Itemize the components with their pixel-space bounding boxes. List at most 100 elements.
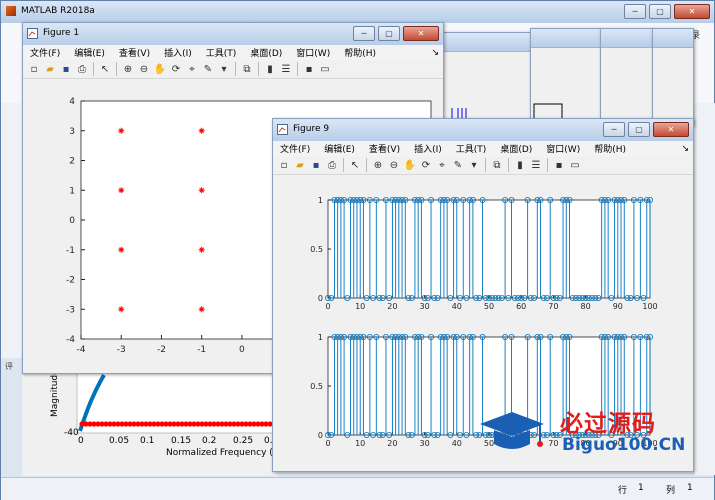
- menu-window[interactable]: 窗口(W): [539, 142, 587, 155]
- status-row-value: 1: [638, 483, 644, 493]
- brush-dropdown-icon[interactable]: ▾: [217, 62, 231, 76]
- menu-view[interactable]: 查看(V): [112, 46, 157, 59]
- rotate-3d-icon[interactable]: ⟳: [169, 62, 183, 76]
- status-row-label: 行: [618, 486, 628, 496]
- data-cursor-icon[interactable]: ⌖: [185, 62, 199, 76]
- figure-9-menubar: 文件(F) 编辑(E) 查看(V) 插入(I) 工具(T) 桌面(D) 窗口(W…: [273, 141, 693, 157]
- save-icon[interactable]: ▪: [59, 62, 73, 76]
- status-col-label: 列: [666, 486, 676, 496]
- figure-9-titlebar[interactable]: Figure 9 ─ ▢ ✕: [273, 119, 693, 142]
- link-plot-icon[interactable]: ⧉: [490, 158, 504, 172]
- brush-icon[interactable]: ✎: [451, 158, 465, 172]
- y-tick-label: 1: [318, 333, 323, 342]
- x-tick-label: -3: [117, 345, 126, 355]
- x-tick-label: 30: [420, 302, 430, 311]
- magnitude-plot-svg: [76, 356, 278, 434]
- figure-1-titlebar[interactable]: Figure 1 ─ ▢ ✕: [23, 23, 443, 46]
- matlab-restore-button[interactable]: ▢: [649, 4, 671, 19]
- zoom-in-icon[interactable]: ⊕: [371, 158, 385, 172]
- menu-window[interactable]: 窗口(W): [289, 46, 337, 59]
- magnitude-xtick-label: 0.05: [109, 436, 130, 446]
- watermark-url: Biguo100.CN: [562, 435, 686, 455]
- hide-plot-tools-icon[interactable]: ▪: [552, 158, 566, 172]
- menu-view[interactable]: 查看(V): [362, 142, 407, 155]
- menu-edit[interactable]: 编辑(E): [317, 142, 362, 155]
- menu-file[interactable]: 文件(F): [23, 46, 67, 59]
- magnitude-xlabel: Normalized Frequency (: [166, 448, 273, 458]
- magnitude-ytick: -40: [64, 428, 79, 438]
- hide-plot-tools-icon[interactable]: ▪: [302, 62, 316, 76]
- figure-9-minimize-button[interactable]: ─: [603, 122, 625, 137]
- figure-9-restore-button[interactable]: ▢: [628, 122, 650, 137]
- menu-desktop[interactable]: 桌面(D): [493, 142, 539, 155]
- magnitude-ylabel: Magnitude: [50, 369, 60, 417]
- figure-1-menubar: 文件(F) 编辑(E) 查看(V) 插入(I) 工具(T) 桌面(D) 窗口(W…: [23, 45, 443, 61]
- new-figure-icon[interactable]: ▫: [277, 158, 291, 172]
- menu-tools[interactable]: 工具(T): [199, 46, 244, 59]
- y-tick-label: -1: [66, 246, 75, 256]
- rotate-3d-icon[interactable]: ⟳: [419, 158, 433, 172]
- open-file-icon[interactable]: ▰: [293, 158, 307, 172]
- save-icon[interactable]: ▪: [309, 158, 323, 172]
- figure-window-bg-4[interactable]: [652, 28, 694, 126]
- menu-desktop[interactable]: 桌面(D): [243, 46, 289, 59]
- colorbar-icon[interactable]: ▮: [513, 158, 527, 172]
- figure-9-close-button[interactable]: ✕: [653, 122, 689, 137]
- menu-insert[interactable]: 插入(I): [407, 142, 449, 155]
- print-icon[interactable]: ⎙: [75, 62, 89, 76]
- x-tick-label: 40: [452, 302, 462, 311]
- y-tick-label: 1: [318, 196, 323, 205]
- pan-icon[interactable]: ✋: [403, 158, 417, 172]
- menu-help[interactable]: 帮助(H): [337, 46, 383, 59]
- y-tick-label: 0.5: [310, 382, 323, 391]
- new-figure-icon[interactable]: ▫: [27, 62, 41, 76]
- matlab-close-button[interactable]: ✕: [674, 4, 710, 19]
- figure-1-close-button[interactable]: ✕: [403, 26, 439, 41]
- menu-edit[interactable]: 编辑(E): [67, 46, 112, 59]
- legend-icon[interactable]: ☰: [529, 158, 543, 172]
- link-plot-icon[interactable]: ⧉: [240, 62, 254, 76]
- zoom-out-icon[interactable]: ⊖: [137, 62, 151, 76]
- edit-plot-arrow-icon[interactable]: ↖: [348, 158, 362, 172]
- x-tick-label: 10: [355, 439, 365, 448]
- y-tick-label: 0: [318, 431, 323, 440]
- status-col-value: 1: [687, 483, 693, 493]
- data-cursor-icon[interactable]: ⌖: [435, 158, 449, 172]
- show-plot-tools-icon[interactable]: ▭: [318, 62, 332, 76]
- open-file-icon[interactable]: ▰: [43, 62, 57, 76]
- matlab-minimize-button[interactable]: ─: [624, 4, 646, 19]
- magnitude-xtick-label: 0.25: [233, 436, 254, 446]
- legend-icon[interactable]: ☰: [279, 62, 293, 76]
- show-plot-tools-icon[interactable]: ▭: [568, 158, 582, 172]
- print-icon[interactable]: ⎙: [325, 158, 339, 172]
- menu-help[interactable]: 帮助(H): [587, 142, 633, 155]
- figure-1-restore-button[interactable]: ▢: [378, 26, 400, 41]
- brush-dropdown-icon[interactable]: ▾: [467, 158, 481, 172]
- x-tick-label: 0: [325, 302, 330, 311]
- edit-plot-arrow-icon[interactable]: ↖: [98, 62, 112, 76]
- x-tick-label: 90: [613, 302, 623, 311]
- pan-icon[interactable]: ✋: [153, 62, 167, 76]
- figure-9-title: Figure 9: [293, 124, 330, 134]
- x-tick-label: 20: [387, 302, 397, 311]
- menu-insert[interactable]: 插入(I): [157, 46, 199, 59]
- x-tick-label: 50: [484, 302, 494, 311]
- y-tick-label: 4: [69, 97, 75, 107]
- colorbar-icon[interactable]: ▮: [263, 62, 277, 76]
- y-tick-label: 0.5: [310, 245, 323, 254]
- matlab-logo-icon: [6, 6, 16, 16]
- figure-1-toolbar: ▫ ▰ ▪ ⎙ ↖ ⊕ ⊖ ✋ ⟳ ⌖ ✎ ▾ ⧉ ▮ ☰ ▪ ▭: [23, 60, 443, 79]
- y-tick-label: -2: [66, 276, 75, 286]
- figure-window-bg-3[interactable]: [600, 28, 654, 126]
- menu-tools[interactable]: 工具(T): [449, 142, 494, 155]
- y-tick-label: 2: [69, 157, 75, 167]
- menu-file[interactable]: 文件(F): [273, 142, 317, 155]
- figure-1-minimize-button[interactable]: ─: [353, 26, 375, 41]
- zoom-out-icon[interactable]: ⊖: [387, 158, 401, 172]
- figure-1-title: Figure 1: [43, 28, 80, 38]
- menu-dock-arrow-icon[interactable]: ↘: [424, 48, 443, 58]
- graduation-cap-icon: [480, 412, 544, 449]
- brush-icon[interactable]: ✎: [201, 62, 215, 76]
- menu-dock-arrow-icon[interactable]: ↘: [674, 144, 693, 154]
- zoom-in-icon[interactable]: ⊕: [121, 62, 135, 76]
